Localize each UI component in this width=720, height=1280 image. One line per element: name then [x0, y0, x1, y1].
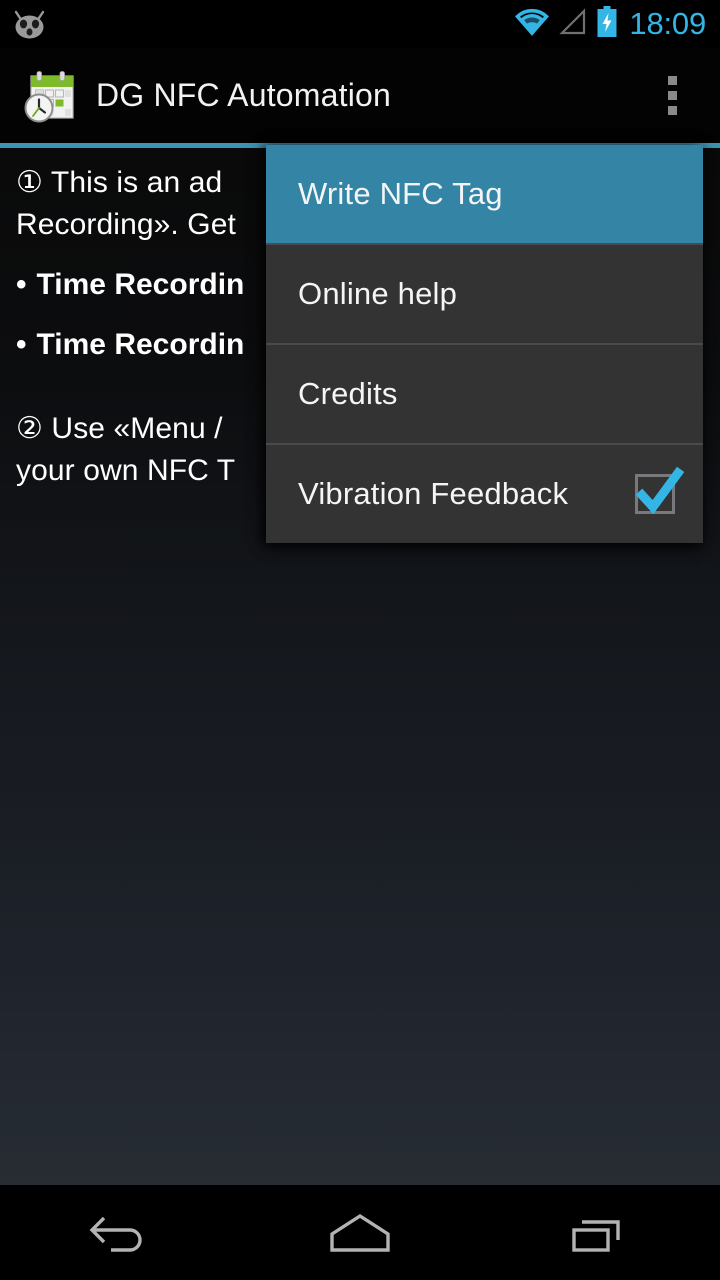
menu-item-label: Vibration Feedback — [298, 476, 569, 511]
back-icon[interactable] — [40, 1185, 200, 1280]
menu-item-label: Online help — [298, 276, 458, 311]
bullet-marker: • — [16, 328, 27, 361]
status-clock: 18:09 — [629, 5, 706, 41]
overflow-dot — [667, 91, 677, 100]
wifi-icon — [514, 7, 550, 42]
overflow-dot — [667, 106, 677, 115]
status-bar: 18:09 — [0, 0, 720, 48]
status-icons-group: 18:09 — [514, 0, 706, 48]
menu-item-label: Credits — [298, 376, 398, 411]
menu-item-write-nfc-tag[interactable]: Write NFC Tag — [266, 145, 703, 243]
recents-icon[interactable] — [520, 1185, 680, 1280]
overflow-dot — [667, 76, 677, 85]
bullet-item-2-label: Time Recordin — [36, 328, 245, 361]
menu-item-label: Write NFC Tag — [298, 176, 503, 211]
action-bar: DG NFC Automation — [0, 48, 720, 143]
signal-icon — [558, 7, 588, 42]
menu-item-online-help[interactable]: Online help — [266, 245, 703, 343]
menu-item-vibration-feedback[interactable]: Vibration Feedback — [266, 445, 703, 543]
calendar-clock-icon — [22, 68, 78, 124]
menu-item-credits[interactable]: Credits — [266, 345, 703, 443]
page-title: DG NFC Automation — [96, 77, 392, 113]
battery-charging-icon — [596, 5, 618, 43]
android-screen: 18:09 DG NFC Automation ① This is an ad … — [0, 0, 720, 1280]
bullet-item-1-label: Time Recordin — [36, 268, 245, 301]
navigation-bar — [0, 1185, 720, 1280]
home-icon[interactable] — [280, 1185, 440, 1280]
overflow-menu-icon[interactable] — [624, 48, 720, 143]
vibration-feedback-checkbox[interactable] — [635, 466, 685, 515]
overflow-popup-menu: Write NFC Tag Online help Credits Vibrat… — [266, 145, 703, 543]
bullet-marker: • — [16, 268, 27, 301]
cyanogenmod-head-icon — [9, 8, 51, 40]
